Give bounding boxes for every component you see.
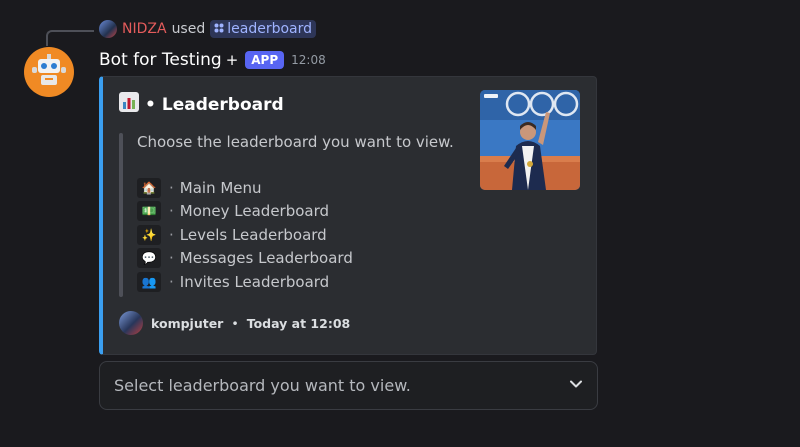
reply-used-label: used: [171, 21, 206, 37]
list-item-label: Messages Leaderboard: [179, 249, 353, 268]
reply-avatar[interactable]: [99, 20, 117, 38]
list-item-money: 💵 · Money Leaderboard: [137, 200, 353, 224]
app-badge: APP: [245, 51, 285, 69]
embed-thumbnail[interactable]: [480, 90, 580, 190]
speech-bubble-emoji: 💬: [137, 248, 161, 269]
bullet-separator: ·: [169, 202, 174, 221]
leaderboard-embed: • Leaderboard Choose the leaderboard you…: [99, 76, 597, 355]
select-placeholder: Select leaderboard you want to view.: [114, 376, 411, 395]
house-emoji: 🏠: [137, 177, 161, 198]
list-item-messages: 💬 · Messages Leaderboard: [137, 247, 353, 271]
money-emoji: 💵: [137, 201, 161, 222]
footer-time: Today at 12:08: [246, 315, 351, 331]
embed-title-separator: •: [145, 94, 156, 115]
leaderboard-list: 🏠 · Main Menu 💵 · Money Leaderboard ✨ · …: [137, 176, 353, 294]
chevron-down-icon[interactable]: [569, 376, 583, 395]
list-item-label: Levels Leaderboard: [179, 225, 327, 244]
list-item-main-menu: 🏠 · Main Menu: [137, 176, 353, 200]
bot-name[interactable]: Bot for Testing: [99, 50, 222, 70]
embed-footer: kompjuter • Today at 12:08: [119, 311, 350, 335]
reply-username[interactable]: NIDZA: [122, 21, 167, 37]
list-item-label: Invites Leaderboard: [179, 272, 330, 291]
bullet-separator: ·: [169, 249, 174, 268]
embed-title: • Leaderboard: [119, 92, 284, 117]
embed-description: Choose the leaderboard you want to view.: [137, 133, 454, 151]
sparkles-emoji: ✨: [137, 224, 161, 245]
list-item-invites: 👥 · Invites Leaderboard: [137, 270, 353, 294]
bullet-separator: ·: [169, 272, 174, 291]
list-item-levels: ✨ · Levels Leaderboard: [137, 223, 353, 247]
command-icon: [214, 23, 224, 36]
command-mention[interactable]: leaderboard: [210, 20, 316, 38]
list-item-label: Main Menu: [179, 178, 262, 197]
footer-username: kompjuter: [151, 315, 224, 331]
reply-context[interactable]: NIDZA used leaderboard: [99, 19, 316, 39]
add-app-plus[interactable]: +: [226, 51, 239, 69]
embed-title-text: Leaderboard: [161, 94, 284, 115]
bullet-separator: ·: [169, 225, 174, 244]
people-emoji: 👥: [137, 271, 161, 292]
reply-connector: [46, 30, 94, 46]
bot-avatar[interactable]: [24, 47, 74, 97]
bullet-separator: ·: [169, 178, 174, 197]
leaderboard-select-menu[interactable]: Select leaderboard you want to view.: [99, 361, 598, 410]
blockquote-bar: [119, 133, 123, 297]
message-timestamp[interactable]: 12:08: [291, 53, 326, 67]
command-name: leaderboard: [227, 21, 312, 37]
footer-separator: •: [231, 315, 239, 331]
footer-avatar: [119, 311, 143, 335]
bar-chart-icon: [119, 92, 139, 117]
list-item-label: Money Leaderboard: [179, 202, 330, 221]
message-header: Bot for Testing + APP 12:08: [99, 48, 326, 72]
